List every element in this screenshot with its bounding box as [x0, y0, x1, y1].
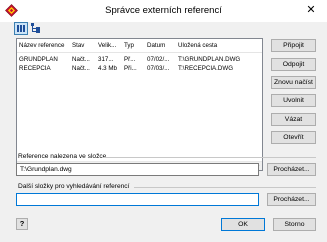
list-view-button[interactable] — [14, 22, 28, 35]
dialog-body: Název reference Stav Velik... Typ Datum … — [0, 22, 327, 242]
column-header-name[interactable]: Název reference — [19, 42, 71, 49]
column-header-saved-path[interactable]: Uložená cesta — [178, 42, 258, 49]
cell-size: 4.3 Mb — [98, 65, 117, 72]
cell-saved-path: T:\GRUNDPLAN.DWG — [178, 56, 241, 63]
cell-type: Při... — [124, 65, 137, 72]
separator — [134, 187, 316, 188]
column-header-date[interactable]: Datum — [147, 42, 175, 49]
cell-name: RECEPCIA — [19, 65, 51, 72]
column-header-status[interactable]: Stav — [72, 42, 96, 49]
open-button[interactable]: Otevřít — [271, 131, 316, 144]
table-header: Název reference Stav Velik... Typ Datum … — [17, 39, 262, 53]
found-in-browse-button[interactable]: Procházet... — [267, 163, 316, 176]
reload-button[interactable]: Znovu načíst — [271, 76, 316, 89]
column-header-size[interactable]: Velik... — [98, 42, 122, 49]
found-in-path-field[interactable]: T:\Grundplan.dwg — [16, 163, 259, 176]
cell-type: Př... — [124, 56, 136, 63]
cell-name: GRUNDPLAN — [19, 56, 58, 63]
window-title: Správce externích referencí — [105, 5, 222, 16]
detach-button[interactable]: Odpojit — [271, 58, 316, 71]
cell-saved-path: T:\RECEPCIA.DWG — [178, 65, 234, 72]
table-row[interactable]: RECEPCIA Načt... 4.3 Mb Při... 07/03/...… — [17, 64, 262, 73]
cancel-button[interactable]: Storno — [273, 218, 316, 231]
separator — [103, 157, 316, 158]
cell-status: Načt... — [72, 65, 90, 72]
column-header-type[interactable]: Typ — [124, 42, 144, 49]
found-in-label: Reference nalezena ve složce — [18, 153, 107, 160]
table-row[interactable]: GRUNDPLAN Načt... 317... Př... 07/02/...… — [17, 55, 262, 64]
unload-button[interactable]: Uvolnit — [271, 94, 316, 107]
ok-button[interactable]: OK — [221, 218, 265, 231]
list-view-icon — [17, 25, 25, 32]
search-folders-label: Další složky pro vyhledávání referencí — [18, 183, 130, 190]
title-bar: Správce externích referencí ✕ — [0, 0, 327, 22]
attach-button[interactable]: Připojit — [271, 39, 316, 52]
cell-size: 317... — [98, 56, 114, 63]
references-table[interactable]: Název reference Stav Velik... Typ Datum … — [16, 38, 263, 171]
cell-status: Načt... — [72, 56, 90, 63]
cell-date: 07/02/... — [147, 56, 170, 63]
bind-button[interactable]: Vázat — [271, 113, 316, 126]
tree-view-button[interactable] — [29, 22, 43, 35]
cell-date: 07/03/... — [147, 65, 170, 72]
close-button[interactable]: ✕ — [299, 2, 323, 19]
help-button[interactable]: ? — [16, 218, 28, 230]
search-folders-field[interactable] — [16, 193, 259, 206]
search-folders-browse-button[interactable]: Procházet... — [267, 193, 316, 206]
tree-view-icon — [31, 23, 40, 33]
